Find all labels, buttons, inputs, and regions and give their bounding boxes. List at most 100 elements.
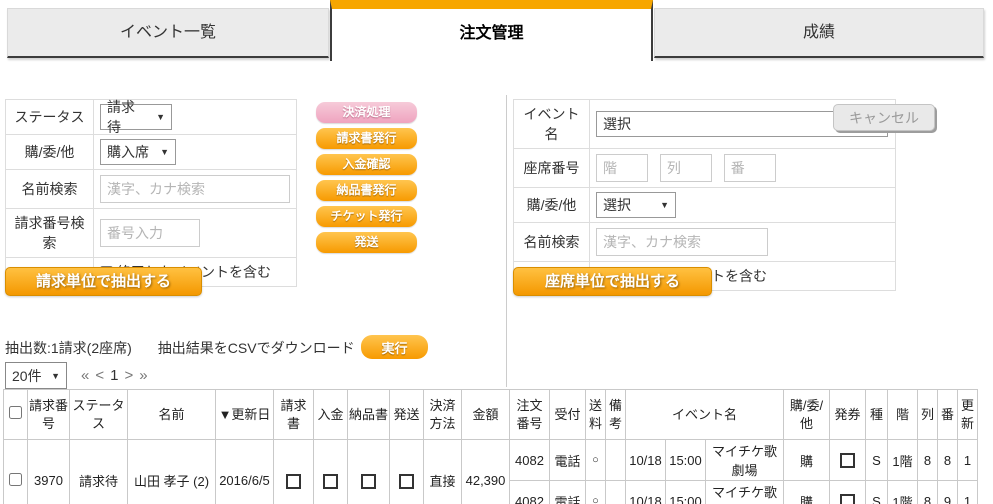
customer-name-link[interactable]: 山田 孝子 (2) (128, 440, 216, 504)
cell-number: 9 (938, 481, 958, 504)
header-updated-sort[interactable]: ▼更新日 (216, 390, 274, 440)
cell-seat-class: S (866, 440, 888, 481)
tab-order-management[interactable]: 注文管理 (330, 0, 653, 61)
chevron-down-icon: ▼ (660, 200, 669, 210)
seat-number-input[interactable] (724, 154, 776, 182)
event-name-select-value: 選択 (603, 114, 631, 134)
update-link[interactable]: 1 (958, 481, 978, 504)
cell-row: 8 (918, 440, 938, 481)
header-shipping: 発送 (390, 390, 424, 440)
order-management-page: イベント一覧 注文管理 成績 ステータス 請求待▼ 購/委/他 購入席▼ 名前検… (0, 0, 993, 504)
pagination-prev[interactable]: < (95, 367, 104, 384)
name-search-label: 名前検索 (6, 170, 94, 209)
ticket-issue-button[interactable]: チケット発行 (316, 206, 417, 227)
invoice-issue-button[interactable]: 請求書発行 (316, 128, 417, 149)
per-page-select[interactable]: 20件 ▼ (5, 362, 67, 389)
panel-divider (506, 95, 507, 387)
purchase-type-select[interactable]: 購入席▼ (100, 139, 176, 165)
header-status: ステータス (70, 390, 128, 440)
extract-by-seat-button[interactable]: 座席単位で抽出する (513, 267, 712, 296)
pagination-next[interactable]: > (124, 367, 133, 384)
cell-floor: 1階 (888, 440, 918, 481)
chevron-down-icon: ▼ (51, 371, 60, 381)
header-floor: 階 (888, 390, 918, 440)
delivery-doc-checkbox[interactable] (361, 474, 376, 489)
cell-event-time: 15:00 (666, 481, 706, 504)
settlement-button[interactable]: 決済処理 (316, 102, 417, 123)
cell-status: 請求待 (70, 440, 128, 504)
cell-method: 直接 (424, 440, 462, 504)
seat-floor-input[interactable] (596, 154, 648, 182)
run-button[interactable]: 実行 (361, 335, 428, 359)
shipping-checkbox[interactable] (399, 474, 414, 489)
table-header-row: 請求番号 ステータス 名前 ▼更新日 請求書 入金 納品書 発送 決済方法 金額… (4, 390, 978, 440)
order-no-link[interactable]: 4082 (510, 440, 550, 481)
header-postage: 送料 (586, 390, 606, 440)
chevron-down-icon: ▼ (160, 147, 169, 157)
status-select[interactable]: 請求待▼ (100, 104, 172, 130)
update-link[interactable]: 1 (958, 440, 978, 481)
header-type: 購/委/他 (784, 390, 830, 440)
pagination-current-page[interactable]: 1 (110, 367, 118, 384)
purchase-type-label: 購/委/他 (6, 135, 94, 170)
cancel-button[interactable]: キャンセル (833, 104, 935, 131)
cell-updated: 2016/6/5 (216, 440, 274, 504)
pagination-last[interactable]: » (139, 367, 147, 384)
cell-type: 購 (784, 440, 830, 481)
ticketing-checkbox[interactable] (840, 494, 855, 504)
name-search-input[interactable] (596, 228, 768, 256)
ticketing-checkbox[interactable] (840, 453, 855, 468)
payment-confirm-button[interactable]: 入金確認 (316, 154, 417, 175)
header-update: 更新 (958, 390, 978, 440)
header-reception: 受付 (550, 390, 586, 440)
chevron-down-icon: ▼ (156, 112, 165, 122)
cell-note (606, 481, 626, 504)
header-order-no: 注文番号 (510, 390, 550, 440)
order-no-link[interactable]: 4082 (510, 481, 550, 504)
header-note: 備考 (606, 390, 626, 440)
cell-event-name: マイチケ歌劇場 (706, 440, 784, 481)
shipping-button[interactable]: 発送 (316, 232, 417, 253)
invoice-number-search-input[interactable] (100, 219, 200, 247)
purchase-type-select[interactable]: 選択 ▼ (596, 192, 676, 218)
header-payment: 入金 (314, 390, 348, 440)
header-invoice-no[interactable]: 請求番号 (28, 390, 70, 440)
per-page-value: 20件 (12, 366, 42, 386)
header-invoice-doc: 請求書 (274, 390, 314, 440)
cell-amount: 42,390 (462, 440, 510, 504)
seat-number-label: 座席番号 (514, 149, 590, 188)
action-button-column: 決済処理 請求書発行 入金確認 納品書発行 チケット発行 発送 (316, 102, 417, 258)
tab-results[interactable]: 成績 (654, 8, 984, 58)
status-select-value: 請求待 (107, 97, 148, 137)
select-all-checkbox[interactable] (9, 406, 22, 419)
cell-reception: 電話 (550, 481, 586, 504)
extract-count-text: 抽出数:1請求(2座席) (5, 340, 132, 356)
table-row: 3970 請求待 山田 孝子 (2) 2016/6/5 直接 42,390 40… (4, 440, 978, 481)
extract-by-invoice-button[interactable]: 請求単位で抽出する (5, 267, 202, 296)
header-seat-class: 種 (866, 390, 888, 440)
csv-download-text: 抽出結果をCSVでダウンロード (158, 340, 355, 356)
cell-reception: 電話 (550, 440, 586, 481)
cell-row: 8 (918, 481, 938, 504)
cell-seat-class: S (866, 481, 888, 504)
header-name: 名前 (128, 390, 216, 440)
pagination-first[interactable]: « (81, 367, 89, 384)
row-select-checkbox[interactable] (9, 473, 22, 486)
header-ticketing: 発券 (830, 390, 866, 440)
cell-event-date: 10/18 (626, 440, 666, 481)
tab-event-list[interactable]: イベント一覧 (7, 8, 329, 58)
event-name-label: イベント名 (514, 100, 590, 149)
payment-checkbox[interactable] (323, 474, 338, 489)
delivery-note-issue-button[interactable]: 納品書発行 (316, 180, 417, 201)
invoice-doc-checkbox[interactable] (286, 474, 301, 489)
seat-row-input[interactable] (660, 154, 712, 182)
extract-status-line: 抽出数:1請求(2座席) 抽出結果をCSVでダウンロード (5, 338, 355, 358)
name-search-input[interactable] (100, 175, 290, 203)
header-row: 列 (918, 390, 938, 440)
header-event-name: イベント名 (626, 390, 784, 440)
cell-type: 購 (784, 481, 830, 504)
cell-postage: ○ (586, 440, 606, 481)
cell-number: 8 (938, 440, 958, 481)
header-method: 決済方法 (424, 390, 462, 440)
purchase-type-select-value: 選択 (603, 195, 631, 215)
